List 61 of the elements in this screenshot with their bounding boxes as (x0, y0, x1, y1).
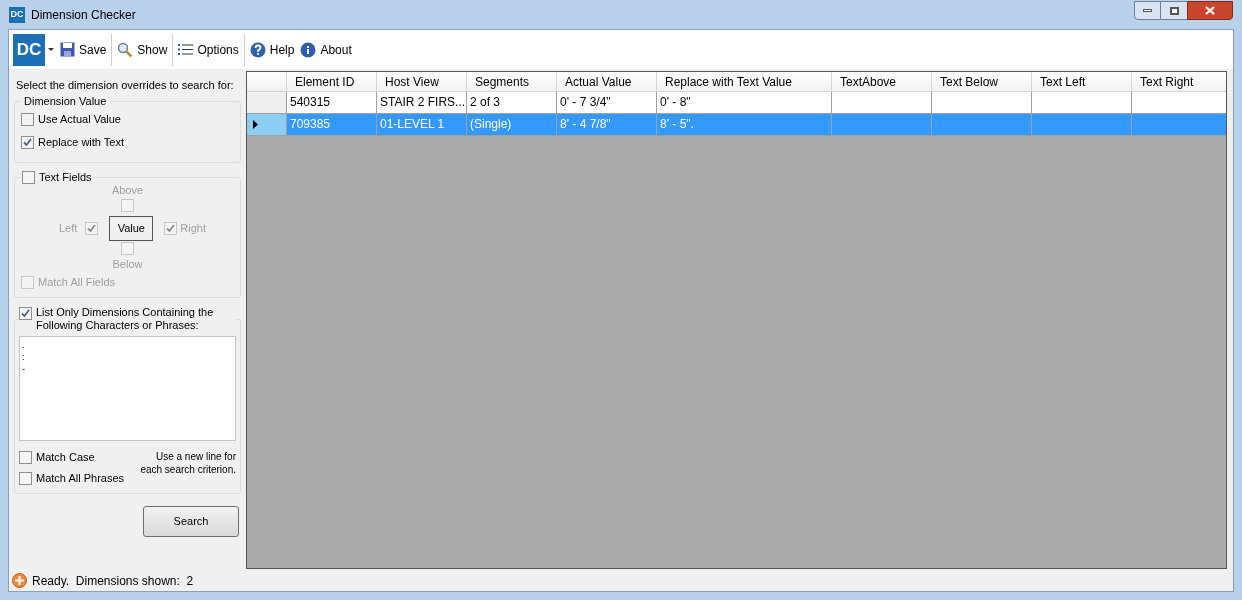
close-icon (1205, 6, 1215, 15)
checkbox[interactable] (21, 136, 34, 149)
table-cell: 2 of 3 (467, 92, 557, 114)
checkbox-label: Left (58, 222, 78, 235)
toolbar-button[interactable]: Save (57, 37, 110, 62)
help-icon (249, 41, 266, 58)
list-icon (178, 43, 194, 56)
toolbar-button[interactable]: About (297, 37, 355, 62)
column-header[interactable]: Actual Value (557, 72, 657, 91)
checkbox-label: Above (111, 184, 144, 197)
column-header[interactable]: Text Right (1132, 72, 1226, 91)
checkbox-label: Replace with Text (38, 136, 124, 149)
checkbox[interactable] (21, 113, 34, 126)
column-header[interactable]: Text Below (932, 72, 1032, 91)
checkbox-label: Match All Fields (38, 275, 116, 289)
checkbox[interactable] (19, 472, 32, 485)
current-row-icon (253, 120, 258, 129)
status-text: Ready. Dimensions shown: 2 (32, 572, 194, 590)
column-header[interactable]: Segments (467, 72, 557, 91)
checkbox-label: Match Case (36, 451, 95, 464)
column-header[interactable]: Host View (377, 72, 467, 91)
toolbar-button[interactable]: Help (246, 37, 298, 62)
checkbox-label: List Only Dimensions Containing the Following Characters or Phrases: (36, 306, 215, 332)
column-header[interactable]: Replace with Text Value (657, 72, 832, 91)
table-cell: (Single) (467, 114, 557, 136)
toolbar-button[interactable]: Show (114, 37, 171, 62)
row-header[interactable] (247, 114, 287, 136)
table-cell: 01-LEVEL 1 (377, 114, 467, 136)
minimize-button[interactable] (1134, 1, 1161, 20)
column-header[interactable]: TextAbove (832, 72, 932, 91)
table-cell: 0' - 8" (657, 92, 832, 114)
checkbox[interactable] (19, 451, 32, 464)
hint-text: Use a new line for each search criterion. (139, 450, 236, 477)
checkbox-label: Use Actual Value (38, 113, 121, 126)
status-icon (12, 573, 27, 588)
checkbox-label: Below (112, 258, 143, 271)
checkbox-label: Text Fields (39, 171, 92, 184)
app-logo-icon: DC (9, 7, 25, 23)
table-cell: 540315 (287, 92, 377, 114)
table-cell: STAIR 2 FIRS... (377, 92, 467, 114)
toolbar-button[interactable]: Options (175, 37, 242, 62)
checkbox[interactable] (19, 307, 32, 320)
column-header[interactable]: Element ID (287, 72, 377, 91)
table-cell: 0' - 7 3/4" (557, 92, 657, 114)
search-button[interactable]: Search (143, 506, 239, 537)
table-cell: 709385 (287, 114, 377, 136)
maximize-button[interactable] (1161, 1, 1187, 20)
group-title: Dimension Value (23, 95, 108, 108)
table-cell: 8' - 4 7/8" (557, 114, 657, 136)
search-icon (117, 41, 134, 58)
checkbox-label: Match All Phrases (36, 472, 125, 485)
window-title: Dimension Checker (31, 7, 136, 24)
info-icon (300, 41, 317, 58)
column-header[interactable]: Text Left (1032, 72, 1132, 91)
dc-logo-icon[interactable]: DC (13, 33, 45, 66)
instruction-text: Select the dimension overrides to search for: (15, 79, 235, 92)
checkbox-label: Right (180, 222, 206, 235)
close-button[interactable] (1187, 1, 1233, 20)
dropdown-caret-icon[interactable] (48, 47, 54, 52)
phrases-field[interactable]: . : - (19, 336, 236, 441)
table-cell: 8' - 5". (657, 114, 832, 136)
